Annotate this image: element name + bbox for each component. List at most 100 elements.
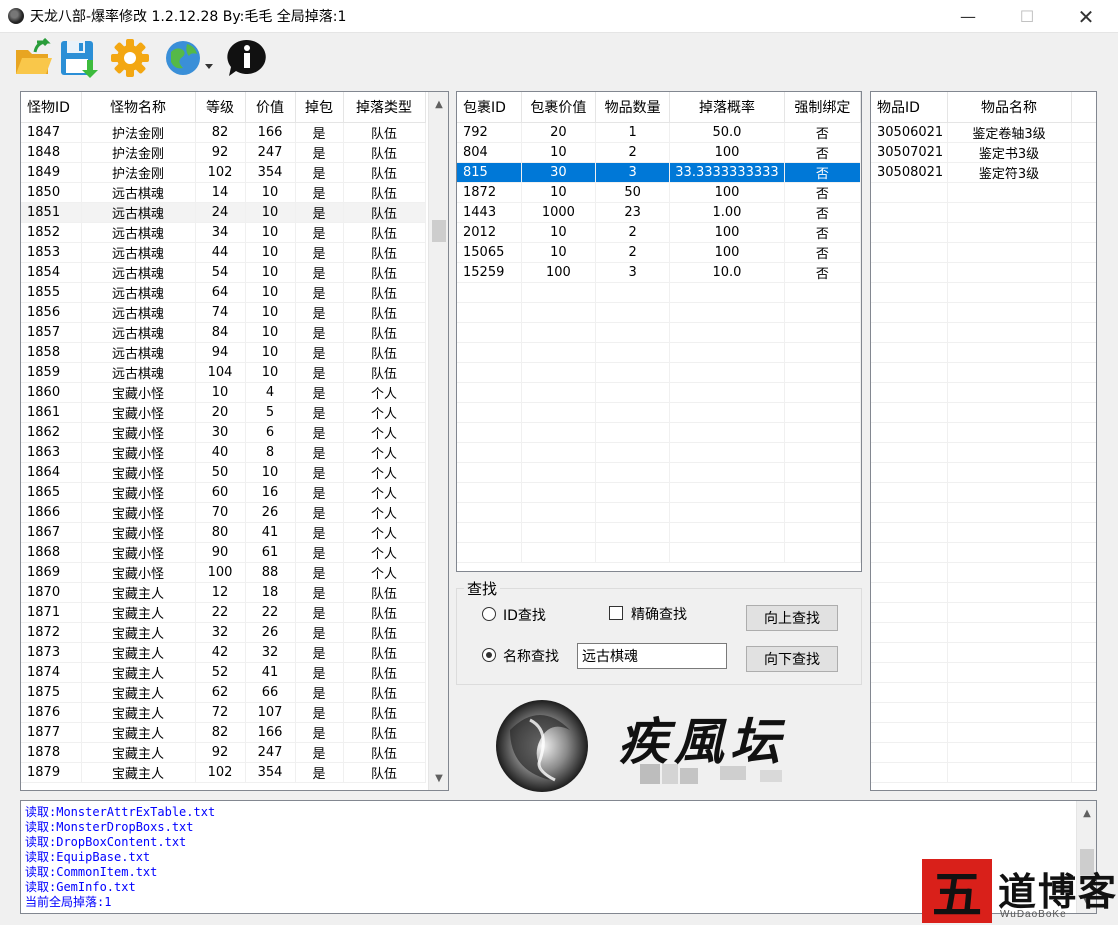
table-row[interactable]: 1864 宝藏小怪 50 10 是个人 xyxy=(21,462,426,483)
table-row[interactable]: 1859 远古棋魂 104 10 是队伍 xyxy=(21,362,426,383)
title-bar: 天龙八部-爆率修改 1.2.12.28 By:毛毛 全局掉落:1 — ☐ ✕ xyxy=(0,0,1118,33)
table-row[interactable]: 1858 远古棋魂 94 10 是队伍 xyxy=(21,342,426,363)
column-header[interactable]: 强制绑定 xyxy=(784,92,861,123)
table-row[interactable]: 792 20 1 50.0 否 xyxy=(457,122,861,143)
search-input[interactable]: 远古棋魂 xyxy=(577,643,727,669)
table-row[interactable]: 1855 远古棋魂 64 10 是队伍 xyxy=(21,282,426,303)
table-row[interactable]: 1872 10 50 100 否 xyxy=(457,182,861,203)
column-header[interactable]: 怪物ID xyxy=(21,92,82,123)
search-down-button[interactable]: 向下查找 xyxy=(746,646,838,672)
column-header[interactable]: 掉包 xyxy=(295,92,344,123)
table-row[interactable]: 1878 宝藏主人 92 247 是队伍 xyxy=(21,742,426,763)
name-search-label[interactable]: 名称查找 xyxy=(503,646,559,666)
table-row[interactable]: 15065 10 2 100 否 xyxy=(457,242,861,263)
table-row[interactable]: 2012 10 2 100 否 xyxy=(457,222,861,243)
table-row[interactable]: 1854 远古棋魂 54 10 是队伍 xyxy=(21,262,426,283)
scroll-up-icon[interactable]: ▲ xyxy=(429,94,448,114)
table-row[interactable]: 1869 宝藏小怪 100 88 是个人 xyxy=(21,562,426,583)
table-row[interactable]: 1853 远古棋魂 44 10 是队伍 xyxy=(21,242,426,263)
table-row[interactable]: 1870 宝藏主人 12 18 是队伍 xyxy=(21,582,426,603)
table-row[interactable]: 1857 远古棋魂 84 10 是队伍 xyxy=(21,322,426,343)
table-row[interactable]: 1862 宝藏小怪 30 6 是个人 xyxy=(21,422,426,443)
open-folder-button[interactable] xyxy=(12,37,56,79)
column-header[interactable]: 物品ID xyxy=(871,92,948,123)
table-row[interactable]: 1875 宝藏主人 62 66 是队伍 xyxy=(21,682,426,703)
empty-row xyxy=(871,642,1096,663)
search-up-button[interactable]: 向上查找 xyxy=(746,605,838,631)
table-row[interactable]: 1877 宝藏主人 82 166 是队伍 xyxy=(21,722,426,743)
monster-list-scrollbar[interactable]: ▲ ▼ xyxy=(428,92,448,790)
table-cell: 10 xyxy=(245,322,296,343)
table-row[interactable]: 1847 护法金刚 82 166 是队伍 xyxy=(21,122,426,143)
table-row[interactable]: 30506021 鉴定卷轴3级 xyxy=(871,122,1096,143)
empty-row xyxy=(457,302,861,323)
table-row[interactable]: 30508021 鉴定符3级 xyxy=(871,162,1096,183)
table-cell: 1859 xyxy=(21,362,82,383)
table-row[interactable]: 1852 远古棋魂 34 10 是队伍 xyxy=(21,222,426,243)
column-header[interactable]: 包裹价值 xyxy=(521,92,597,123)
table-cell: 否 xyxy=(784,262,861,283)
table-cell xyxy=(669,302,785,323)
globe-dropdown-button[interactable] xyxy=(162,37,216,79)
table-row[interactable]: 1849 护法金刚 102 354 是队伍 xyxy=(21,162,426,183)
minimize-button[interactable]: — xyxy=(945,0,991,33)
close-button[interactable]: ✕ xyxy=(1063,0,1109,33)
table-row[interactable]: 1873 宝藏主人 42 32 是队伍 xyxy=(21,642,426,663)
table-row[interactable]: 1443 1000 23 1.00 否 xyxy=(457,202,861,223)
table-cell xyxy=(947,182,1072,203)
table-row[interactable]: 1848 护法金刚 92 247 是队伍 xyxy=(21,142,426,163)
scroll-up-icon[interactable]: ▲ xyxy=(1077,803,1096,823)
column-header[interactable]: 物品数量 xyxy=(595,92,671,123)
settings-button[interactable] xyxy=(108,37,152,79)
scrollbar-thumb[interactable] xyxy=(432,220,446,242)
table-cell: 是 xyxy=(295,722,344,743)
table-cell: 247 xyxy=(245,142,296,163)
drop-box-list[interactable]: 包裹ID 包裹价值 物品数量 掉落概率 强制绑定 792 20 1 50.0 否 804 10 2 10… xyxy=(456,91,862,572)
info-button[interactable] xyxy=(224,37,268,79)
table-row[interactable]: 1851 远古棋魂 24 10 是队伍 xyxy=(21,202,426,223)
table-row[interactable]: 15259 100 3 10.0 否 xyxy=(457,262,861,283)
table-row[interactable]: 1867 宝藏小怪 80 41 是个人 xyxy=(21,522,426,543)
table-cell: 1864 xyxy=(21,462,82,483)
table-row[interactable]: 1850 远古棋魂 14 10 是队伍 xyxy=(21,182,426,203)
table-cell xyxy=(1071,762,1096,783)
id-search-radio[interactable] xyxy=(482,607,496,621)
table-cell xyxy=(457,542,522,563)
column-header[interactable]: 掉落概率 xyxy=(669,92,785,123)
name-search-radio[interactable] xyxy=(482,648,496,662)
table-row[interactable]: 1866 宝藏小怪 70 26 是个人 xyxy=(21,502,426,523)
table-row[interactable]: 1874 宝藏主人 52 41 是队伍 xyxy=(21,662,426,683)
table-row[interactable]: 1856 远古棋魂 74 10 是队伍 xyxy=(21,302,426,323)
exact-search-label[interactable]: 精确查找 xyxy=(631,604,687,624)
table-cell: 是 xyxy=(295,442,344,463)
table-row[interactable]: 1861 宝藏小怪 20 5 是个人 xyxy=(21,402,426,423)
table-row[interactable]: 30507021 鉴定书3级 xyxy=(871,142,1096,163)
table-row[interactable]: 1868 宝藏小怪 90 61 是个人 xyxy=(21,542,426,563)
column-header[interactable]: 物品名称 xyxy=(947,92,1072,123)
monster-list[interactable]: 怪物ID 怪物名称 等级 价值 掉包 掉落类型 1847 护法金刚 82 166 是队伍 1848 护… xyxy=(20,91,449,791)
table-row[interactable]: 1860 宝藏小怪 10 4 是个人 xyxy=(21,382,426,403)
table-row[interactable]: 1872 宝藏主人 32 26 是队伍 xyxy=(21,622,426,643)
column-header[interactable]: 价值 xyxy=(245,92,296,123)
table-cell: 10 xyxy=(245,182,296,203)
column-header[interactable]: 怪物名称 xyxy=(81,92,196,123)
table-row[interactable]: 1865 宝藏小怪 60 16 是个人 xyxy=(21,482,426,503)
column-header[interactable]: 等级 xyxy=(195,92,246,123)
column-header[interactable]: 包裹ID xyxy=(457,92,522,123)
id-search-label[interactable]: ID查找 xyxy=(503,605,546,625)
exact-search-checkbox[interactable] xyxy=(609,606,623,620)
column-header[interactable]: 掉落类型 xyxy=(343,92,426,123)
table-row[interactable]: 1871 宝藏主人 22 22 是队伍 xyxy=(21,602,426,623)
table-row[interactable]: 815 30 3 33.3333333333 否 xyxy=(457,162,861,183)
table-row[interactable]: 1879 宝藏主人 102 354 是队伍 xyxy=(21,762,426,783)
table-row[interactable]: 1876 宝藏主人 72 107 是队伍 xyxy=(21,702,426,723)
save-button[interactable] xyxy=(56,37,100,79)
item-list[interactable]: 物品ID 物品名称 30506021 鉴定卷轴3级 30507021 鉴定书3级 3050… xyxy=(870,91,1097,791)
table-row[interactable]: 804 10 2 100 否 xyxy=(457,142,861,163)
scroll-down-icon[interactable]: ▼ xyxy=(429,768,448,788)
maximize-button[interactable]: ☐ xyxy=(1004,0,1050,33)
table-row[interactable]: 1863 宝藏小怪 40 8 是个人 xyxy=(21,442,426,463)
table-cell: 30506021 xyxy=(871,122,948,143)
table-cell xyxy=(947,662,1072,683)
table-cell xyxy=(947,602,1072,623)
